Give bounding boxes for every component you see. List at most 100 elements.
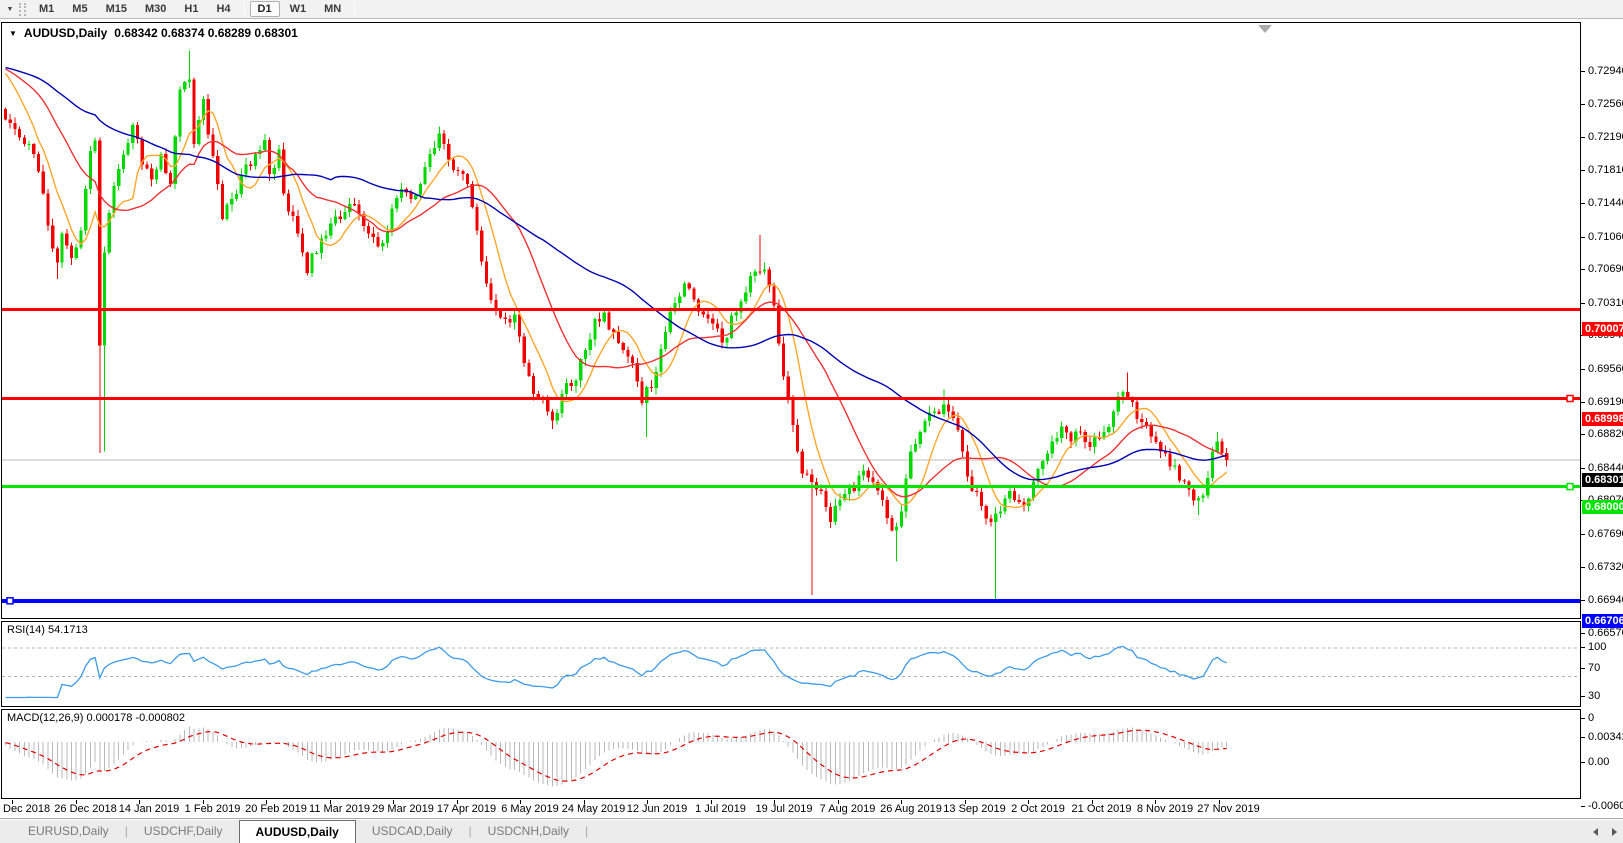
axis-tick xyxy=(1581,170,1585,171)
timeframe-buttons: M1M5M15M30H1H4 D1W1MN xyxy=(30,1,350,17)
chart-title: ▼ AUDUSD,Daily 0.68342 0.68374 0.68289 0… xyxy=(9,26,298,40)
price-tick-label: 0.72190 xyxy=(1588,131,1623,143)
current-price-badge: 0.68301 xyxy=(1582,473,1623,487)
price-tick-label: 0.67320 xyxy=(1588,561,1623,573)
date-axis[interactable]: 7 Dec 2018 26 Dec 201814 Jan 2019 1 Feb 20… xyxy=(0,800,1580,818)
candles xyxy=(4,51,1228,600)
date-label: 21 Oct 2019 xyxy=(1072,803,1132,815)
axis-tick xyxy=(1581,737,1585,738)
ma-fast-line xyxy=(6,73,1227,508)
axis-tick xyxy=(1581,600,1585,601)
hline-handle-0.66706[interactable] xyxy=(7,598,13,604)
axis-tick xyxy=(1581,402,1585,403)
price-tick-label: 0.70310 xyxy=(1588,297,1623,309)
axis-tick xyxy=(1581,71,1585,72)
date-label: 8 Nov 2019 xyxy=(1137,803,1193,815)
ma-medium-line xyxy=(6,69,1227,497)
axis-tick xyxy=(1581,806,1585,807)
timeframe-button-m1[interactable]: M1 xyxy=(31,1,62,17)
timeframe-button-m15[interactable]: M15 xyxy=(98,1,135,17)
date-label: 17 Apr 2019 xyxy=(437,803,496,815)
tab-usdcad[interactable]: USDCAD,Daily xyxy=(356,819,469,843)
main-chart-panel[interactable]: ▼ AUDUSD,Daily 0.68342 0.68374 0.68289 0… xyxy=(1,22,1581,619)
chart-shift-marker-icon[interactable] xyxy=(1258,25,1272,33)
price-badge-0.68998: 0.68998 xyxy=(1582,412,1623,426)
tab-usdchf[interactable]: USDCHF,Daily xyxy=(128,819,239,843)
rsi-panel[interactable]: RSI(14) 54.1713 xyxy=(1,621,1581,707)
date-label: 11 Mar 2019 xyxy=(309,803,370,815)
tab-scroll-buttons xyxy=(1593,819,1617,843)
date-label: 24 May 2019 xyxy=(562,803,626,815)
price-tick-label: 0.72940 xyxy=(1588,65,1623,77)
price-tick-label: 0.71060 xyxy=(1588,231,1623,243)
axis-tick xyxy=(1581,468,1585,469)
price-tick-label: 0.72560 xyxy=(1588,98,1623,110)
tab-scroll-right-icon[interactable] xyxy=(1612,828,1617,836)
date-label: 7 Dec 2018 xyxy=(0,803,50,815)
date-label: 13 Sep 2019 xyxy=(943,803,1005,815)
chart-tabs: EURUSD,Daily|USDCHF,DailyAUDUSD,DailyUSD… xyxy=(12,819,588,843)
timeframe-button-m5[interactable]: M5 xyxy=(64,1,95,17)
main-chart-canvas[interactable] xyxy=(2,23,1580,618)
price-badge-0.66706: 0.66706 xyxy=(1582,614,1623,628)
rsi-canvas[interactable] xyxy=(2,622,1580,706)
rsi-tick-label: 100 xyxy=(1588,641,1606,653)
price-tick-label: 0.71440 xyxy=(1588,197,1623,209)
axis-tick xyxy=(1581,668,1585,669)
rsi-line xyxy=(6,646,1227,697)
chart-tab-bar: EURUSD,Daily|USDCHF,DailyAUDUSD,DailyUSD… xyxy=(0,818,1623,843)
timeframe-toolbar: ▼ M1M5M15M30H1H4 D1W1MN xyxy=(0,0,1623,19)
axis-tick xyxy=(1581,696,1585,697)
macd-histogram xyxy=(6,727,1227,787)
date-label: 29 Mar 2019 xyxy=(372,803,434,815)
axis-tick xyxy=(1581,762,1585,763)
tab-scroll-left-icon[interactable] xyxy=(1593,828,1598,836)
axis-tick xyxy=(1581,203,1585,204)
timeframe-button-d1[interactable]: D1 xyxy=(250,1,280,17)
axis-tick xyxy=(1581,647,1585,648)
timeframe-button-w1[interactable]: W1 xyxy=(282,1,315,17)
chart-ohlc-values: 0.68342 0.68374 0.68289 0.68301 xyxy=(114,26,298,40)
price-axis[interactable]: 0.729400.725600.721900.718100.714400.710… xyxy=(1581,20,1623,800)
macd-canvas[interactable] xyxy=(2,710,1580,798)
tab-separator: | xyxy=(585,819,588,843)
price-tick-label: 0.67690 xyxy=(1588,528,1623,540)
toolbar-grip-handle[interactable] xyxy=(19,3,26,16)
price-badge-0.68000: 0.68000 xyxy=(1582,500,1623,514)
date-label: 7 Aug 2019 xyxy=(820,803,876,815)
macd-panel[interactable]: MACD(12,26,9) 0.000178 -0.000802 xyxy=(1,709,1581,799)
toolbar-dropdown-icon[interactable]: ▼ xyxy=(2,2,18,17)
axis-tick xyxy=(1581,237,1585,238)
hline-handle-0.68998[interactable] xyxy=(1567,396,1573,402)
date-label: 26 Aug 2019 xyxy=(880,803,942,815)
price-tick-label: 0.70690 xyxy=(1588,263,1623,275)
timeframe-button-m30[interactable]: M30 xyxy=(137,1,174,17)
axis-tick xyxy=(1581,269,1585,270)
date-label: 20 Feb 2019 xyxy=(245,803,307,815)
rsi-label: RSI(14) 54.1713 xyxy=(7,624,88,636)
tab-eurusd[interactable]: EURUSD,Daily xyxy=(12,819,125,843)
macd-signal-line xyxy=(6,730,1227,781)
date-label: 26 Dec 2018 xyxy=(54,803,116,815)
timeframe-button-h4[interactable]: H4 xyxy=(208,1,238,17)
macd-label: MACD(12,26,9) 0.000178 -0.000802 xyxy=(7,712,185,724)
tab-audusd[interactable]: AUDUSD,Daily xyxy=(239,820,356,843)
chart-title-arrow-icon[interactable]: ▼ xyxy=(9,29,17,38)
price-tick-label: 0.69560 xyxy=(1588,363,1623,375)
toolbar-separator xyxy=(244,2,245,16)
chart-symbol-label: AUDUSD,Daily xyxy=(24,26,107,40)
date-label: 1 Feb 2019 xyxy=(185,803,241,815)
timeframe-button-mn[interactable]: MN xyxy=(316,1,349,17)
axis-tick xyxy=(1581,137,1585,138)
hline-handle-0.68000[interactable] xyxy=(1567,484,1573,490)
timeframe-button-h1[interactable]: H1 xyxy=(176,1,206,17)
date-label: 2 Oct 2019 xyxy=(1011,803,1065,815)
axis-tick xyxy=(1581,369,1585,370)
price-badge-0.70007: 0.70007 xyxy=(1582,322,1623,336)
axis-tick xyxy=(1581,633,1585,634)
tab-usdcnh[interactable]: USDCNH,Daily xyxy=(472,819,585,843)
rsi-tick-label: 30 xyxy=(1588,690,1600,702)
price-tick-label: 0.68440 xyxy=(1588,462,1623,474)
date-label: 14 Jan 2019 xyxy=(119,803,180,815)
date-label: 19 Jul 2019 xyxy=(756,803,813,815)
